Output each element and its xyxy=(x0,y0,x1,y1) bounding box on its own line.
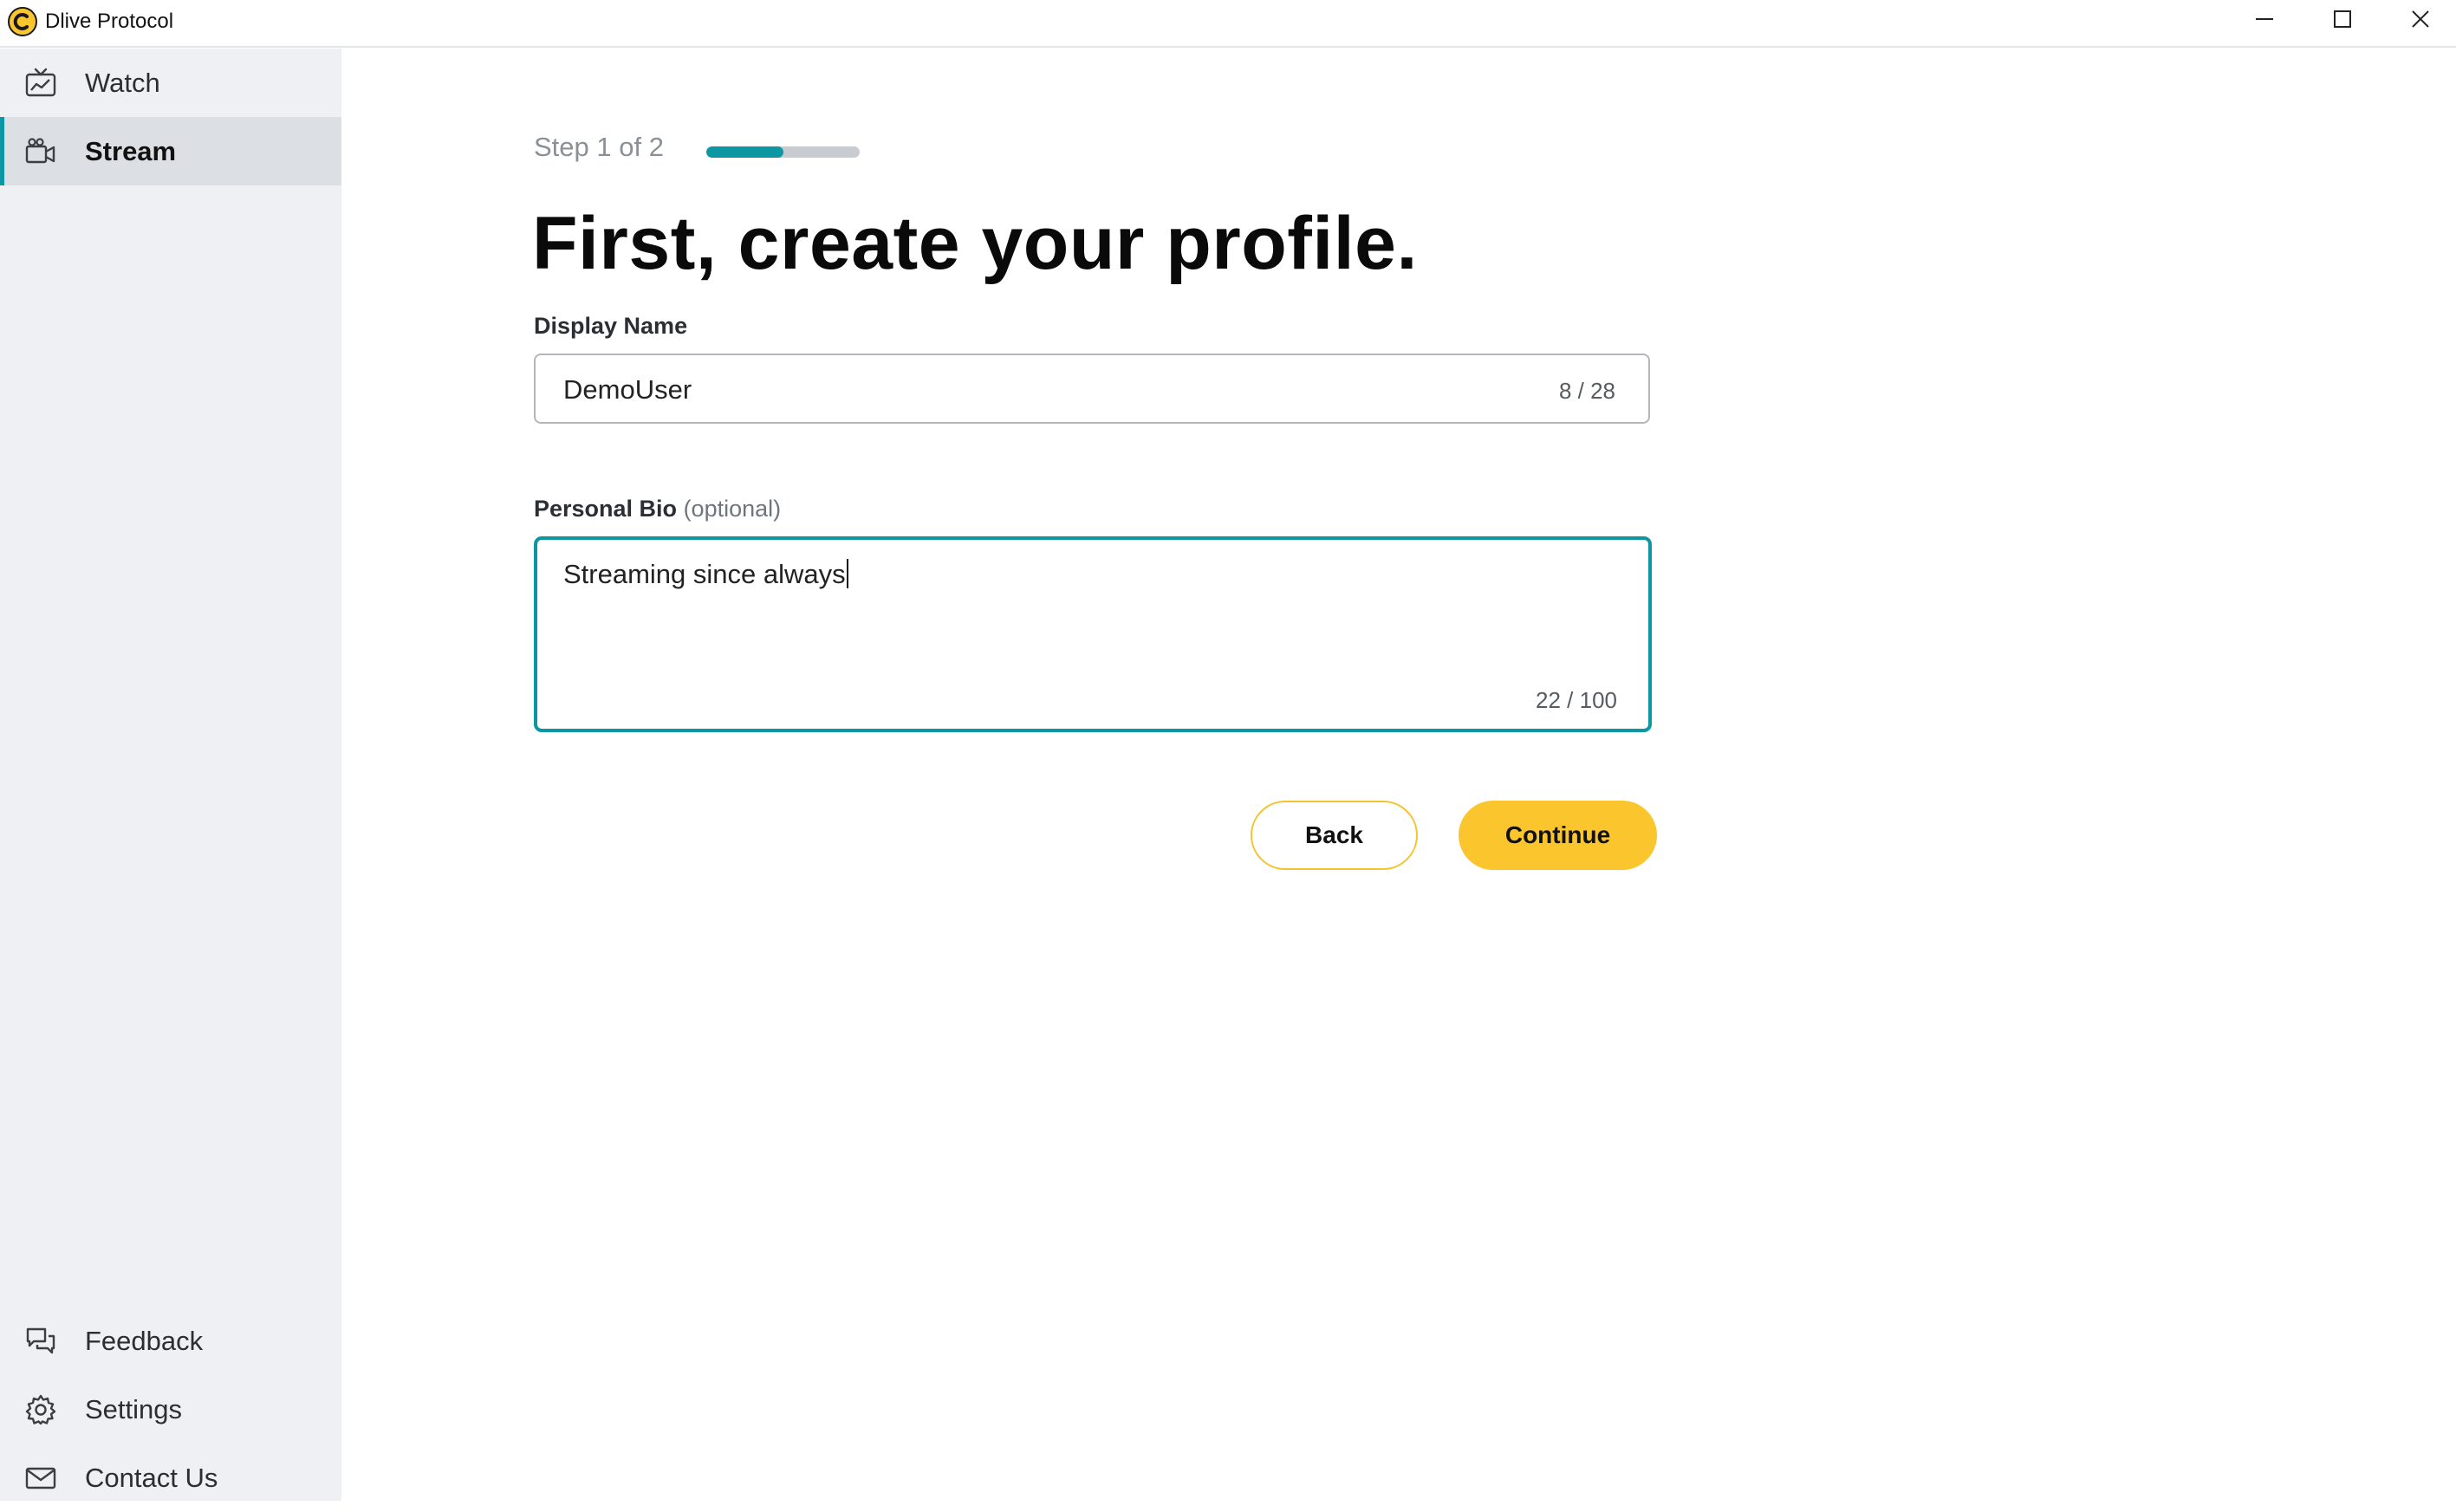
maximize-icon xyxy=(2334,10,2351,28)
text-caret xyxy=(846,559,848,588)
title-bar: Dlive Protocol xyxy=(0,0,2456,48)
display-name-char-counter: 8 / 28 xyxy=(1558,378,1615,404)
tv-chart-icon xyxy=(23,65,59,101)
personal-bio-text: Streaming since always xyxy=(563,559,846,589)
sidebar-item-label: Contact Us xyxy=(85,1462,218,1493)
sidebar-item-label: Stream xyxy=(85,135,177,166)
dlive-logo-icon xyxy=(8,7,37,36)
maximize-button[interactable] xyxy=(2303,0,2381,38)
step-indicator-text: Step 1 of 2 xyxy=(534,132,664,162)
close-icon xyxy=(2412,10,2429,28)
personal-bio-label-text: Personal Bio xyxy=(534,496,678,522)
personal-bio-label: Personal Bio (optional) xyxy=(534,496,781,522)
display-name-value: DemoUser xyxy=(563,374,692,405)
personal-bio-value: Streaming since always xyxy=(563,559,848,590)
continue-button[interactable]: Continue xyxy=(1459,801,1657,870)
app-title: Dlive Protocol xyxy=(45,10,174,33)
video-camera-icon xyxy=(23,133,59,170)
sidebar-item-label: Feedback xyxy=(85,1325,204,1356)
envelope-icon xyxy=(23,1460,59,1496)
sidebar: Watch Stream Feedback Settings Contact U… xyxy=(0,49,341,1501)
step-progress-fill xyxy=(706,146,783,158)
sidebar-item-contact-us[interactable]: Contact Us xyxy=(0,1444,341,1512)
display-name-field[interactable]: DemoUser 8 / 28 xyxy=(534,354,1650,424)
page-title: First, create your profile. xyxy=(532,202,1418,285)
sidebar-item-stream[interactable]: Stream xyxy=(0,117,341,185)
personal-bio-textarea[interactable]: Streaming since always 22 / 100 xyxy=(534,536,1652,732)
step-progress-bar xyxy=(706,146,860,158)
sidebar-item-watch[interactable]: Watch xyxy=(0,49,341,117)
sidebar-item-settings[interactable]: Settings xyxy=(0,1375,341,1444)
display-name-label: Display Name xyxy=(534,313,688,339)
optional-hint: (optional) xyxy=(683,496,782,522)
close-button[interactable] xyxy=(2381,0,2456,38)
back-button[interactable]: Back xyxy=(1251,801,1418,870)
minimize-button[interactable] xyxy=(2225,0,2303,38)
personal-bio-char-counter: 22 / 100 xyxy=(1536,687,1617,713)
sidebar-item-label: Settings xyxy=(85,1393,183,1424)
sidebar-item-label: Watch xyxy=(85,67,160,98)
sidebar-item-feedback[interactable]: Feedback xyxy=(0,1307,341,1375)
minimize-icon xyxy=(2256,18,2273,20)
gear-icon xyxy=(23,1392,59,1428)
chat-bubbles-icon xyxy=(23,1323,59,1360)
